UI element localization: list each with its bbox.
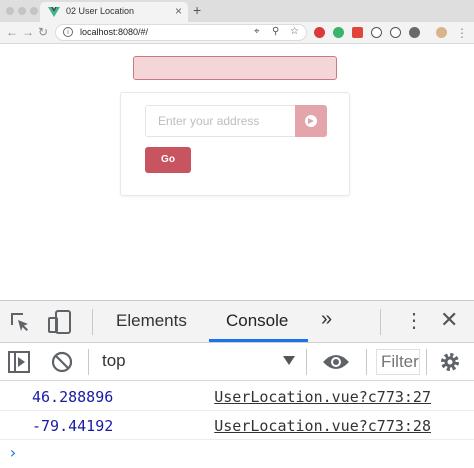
- location-target-icon[interactable]: ⌖: [254, 26, 260, 37]
- toolbar-separator: [426, 349, 427, 375]
- zoom-icon[interactable]: ⚲: [272, 26, 279, 37]
- error-alert: [133, 56, 337, 80]
- window-zoom-dot[interactable]: [30, 7, 38, 15]
- vue-logo-icon: [48, 7, 60, 17]
- active-tab-indicator: [209, 339, 308, 342]
- browser-menu-icon[interactable]: ⋮: [456, 26, 468, 40]
- console-filter-input[interactable]: [376, 349, 420, 375]
- toolbar-separator: [366, 349, 367, 375]
- context-selector[interactable]: top: [102, 351, 126, 371]
- log-source-link[interactable]: UserLocation.vue?c773:28: [214, 412, 431, 440]
- devtools-menu-icon[interactable]: ⋮: [404, 308, 424, 333]
- url-text: localhost:8080/#/: [80, 27, 149, 37]
- tab-title: 02 User Location: [66, 6, 135, 16]
- window-minimize-dot[interactable]: [18, 7, 26, 15]
- locate-me-button[interactable]: [295, 105, 327, 137]
- show-sidebar-icon[interactable]: [8, 351, 30, 373]
- go-button[interactable]: Go: [145, 147, 191, 173]
- dark-extension-icon[interactable]: [409, 27, 420, 38]
- inspect-element-icon[interactable]: [8, 310, 32, 334]
- face-extension-icon[interactable]: [390, 27, 401, 38]
- device-toolbar-icon[interactable]: [47, 309, 73, 335]
- log-source-link[interactable]: UserLocation.vue?c773:27: [214, 383, 431, 411]
- close-devtools-icon[interactable]: ✕: [440, 307, 458, 333]
- back-arrow-icon[interactable]: ←: [6, 25, 18, 39]
- live-expression-eye-icon[interactable]: [322, 352, 350, 372]
- devtools-tab-bar: Elements Console » ⋮ ✕: [0, 301, 474, 343]
- pinterest-extension-icon[interactable]: [314, 27, 325, 38]
- tab-separator: [380, 309, 381, 335]
- new-tab-button[interactable]: +: [193, 2, 201, 18]
- profile-avatar[interactable]: [436, 27, 447, 38]
- tab-close-icon[interactable]: ×: [175, 4, 182, 18]
- console-prompt-icon[interactable]: ›: [8, 443, 18, 462]
- log-value: -79.44192: [32, 417, 114, 435]
- browser-tab[interactable]: 02 User Location ×: [40, 2, 188, 22]
- red-extension-icon[interactable]: [352, 27, 363, 38]
- toolbar-separator: [88, 349, 89, 375]
- forward-arrow-icon[interactable]: →: [22, 25, 34, 39]
- reload-icon[interactable]: ↻: [38, 25, 48, 39]
- bookmark-star-icon[interactable]: ☆: [290, 26, 299, 37]
- address-bar[interactable]: i localhost:8080/#/ ⌖ ⚲ ☆: [55, 24, 307, 41]
- browser-tab-bar: 02 User Location × +: [0, 0, 474, 22]
- tab-separator: [92, 309, 93, 335]
- tab-console[interactable]: Console: [226, 311, 288, 331]
- green-extension-icon[interactable]: [333, 27, 344, 38]
- block-extension-icon[interactable]: [371, 27, 382, 38]
- console-settings-gear-icon[interactable]: [439, 351, 461, 373]
- console-log-row: -79.44192 UserLocation.vue?c773:28: [0, 412, 474, 440]
- window-close-dot[interactable]: [6, 7, 14, 15]
- address-input[interactable]: [145, 105, 295, 137]
- clear-console-icon[interactable]: [51, 351, 73, 373]
- console-log-row: 46.288896 UserLocation.vue?c773:27: [0, 383, 474, 411]
- browser-toolbar: ← → ↻ i localhost:8080/#/ ⌖ ⚲ ☆ ⋮: [0, 22, 474, 44]
- console-toolbar: top: [0, 343, 474, 381]
- toolbar-separator: [306, 349, 307, 375]
- tab-elements[interactable]: Elements: [116, 311, 187, 331]
- more-tabs-button[interactable]: »: [321, 308, 332, 331]
- location-arrow-icon: [305, 115, 317, 127]
- site-info-icon[interactable]: i: [63, 27, 73, 37]
- context-dropdown-arrow-icon[interactable]: [283, 356, 295, 365]
- devtools-panel: Elements Console » ⋮ ✕ top Filter 46.288…: [0, 300, 474, 468]
- location-card: Go: [120, 92, 350, 196]
- log-value: 46.288896: [32, 388, 114, 406]
